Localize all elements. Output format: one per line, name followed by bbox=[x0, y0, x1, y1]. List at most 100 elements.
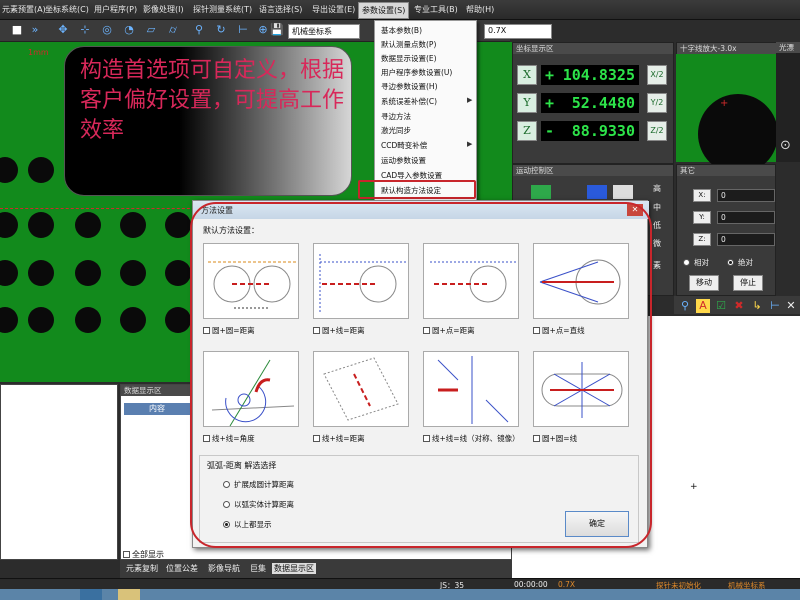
method-checkbox[interactable] bbox=[203, 435, 210, 442]
z-up-icon[interactable] bbox=[587, 185, 607, 199]
hole bbox=[0, 307, 18, 333]
x-target-input[interactable]: 0 bbox=[717, 189, 775, 202]
z-axis-button[interactable]: Z bbox=[517, 121, 537, 141]
z-target-input[interactable]: 0 bbox=[717, 233, 775, 246]
method-checkbox[interactable] bbox=[533, 327, 540, 334]
absolute-radio[interactable]: 绝对 bbox=[727, 257, 753, 268]
tab-element-copy[interactable]: 元素复制 bbox=[126, 563, 158, 574]
method-checkbox[interactable] bbox=[423, 435, 430, 442]
tab-macro[interactable]: 巨集 bbox=[250, 563, 266, 574]
speed-low[interactable]: 低 bbox=[653, 220, 661, 231]
method-checkbox[interactable] bbox=[313, 327, 320, 334]
arrow-up-icon[interactable] bbox=[531, 185, 551, 199]
probe-point-icon[interactable]: ✥ bbox=[56, 23, 70, 37]
close-icon[interactable]: ✕ bbox=[627, 204, 643, 216]
origin-icon[interactable]: ⊕ bbox=[256, 23, 270, 37]
z-half-button[interactable]: Z/2 bbox=[647, 121, 667, 141]
zoom-icon[interactable]: ⚲ bbox=[678, 299, 692, 313]
x-axis-button[interactable]: X bbox=[517, 65, 537, 85]
method-card-circle-circle-line[interactable] bbox=[533, 351, 629, 427]
ok-button[interactable]: 确定 bbox=[565, 511, 629, 537]
motion-extra[interactable]: 素 bbox=[653, 260, 661, 271]
axis-tool-icon[interactable]: ↳ bbox=[750, 299, 764, 313]
menu-export-settings[interactable]: 导出设置(E) bbox=[312, 4, 355, 15]
probe-line-icon[interactable]: ⊹ bbox=[78, 23, 92, 37]
speed-medium[interactable]: 中 bbox=[653, 202, 661, 213]
x-value-display: +104.8325 bbox=[541, 65, 639, 85]
menu-help[interactable]: 帮助(H) bbox=[466, 4, 494, 15]
status-time: 00:00:00 bbox=[514, 580, 548, 589]
method-card-circle-circle-distance[interactable] bbox=[203, 243, 299, 319]
taskbar-folder-icon[interactable] bbox=[118, 589, 140, 600]
absolute-label: 绝对 bbox=[738, 258, 753, 267]
method-checkbox[interactable] bbox=[313, 435, 320, 442]
tab-data-display[interactable]: 数据显示区 bbox=[272, 563, 316, 574]
menu-user-program[interactable]: 用户程序(P) bbox=[94, 4, 137, 15]
jog-icon[interactable] bbox=[613, 185, 633, 199]
menu-item-default-points[interactable]: 默认测量点数(P) bbox=[381, 39, 436, 50]
probe-icon[interactable]: ⊙ bbox=[780, 138, 791, 153]
method-card-circle-line-distance[interactable] bbox=[313, 243, 409, 319]
probe-circle-icon[interactable]: ◎ bbox=[100, 23, 114, 37]
close-icon[interactable]: ✕ bbox=[784, 299, 798, 313]
speed-high[interactable]: 高 bbox=[653, 183, 661, 194]
coordinate-system-select[interactable]: 机械坐标系 bbox=[288, 24, 360, 39]
method-card-line-line-distance[interactable] bbox=[313, 351, 409, 427]
option-arc-entity[interactable]: 以弧实体计算距离 bbox=[223, 499, 294, 510]
zoom-select[interactable]: 0.7X bbox=[484, 24, 552, 39]
speed-fine[interactable]: 微 bbox=[653, 238, 661, 249]
y-half-button[interactable]: Y/2 bbox=[647, 93, 667, 113]
text-icon[interactable]: A bbox=[696, 299, 710, 313]
relative-radio[interactable]: 相对 bbox=[683, 257, 709, 268]
rotate-icon[interactable]: ↻ bbox=[214, 23, 228, 37]
menu-item-data-display[interactable]: 数据显示设置(E) bbox=[381, 53, 437, 64]
show-all-checkbox[interactable]: 全部显示 bbox=[123, 549, 164, 560]
align-icon[interactable]: ⚲ bbox=[192, 23, 206, 37]
option-extend-circle[interactable]: 扩展成圆计算距离 bbox=[223, 479, 294, 490]
menu-parameter-settings[interactable]: 参数设置(S) bbox=[358, 2, 410, 19]
taskbar bbox=[0, 589, 800, 600]
axis-icon[interactable]: ⊢ bbox=[236, 23, 250, 37]
stop-icon[interactable]: ■ bbox=[10, 23, 24, 37]
menu-item-edge-method[interactable]: 寻边方法 bbox=[381, 111, 411, 122]
method-card-line-line-angle[interactable] bbox=[203, 351, 299, 427]
column-header-content[interactable]: 内容 bbox=[124, 403, 190, 415]
menu-item-user-program-params[interactable]: 用户程序参数设置(U) bbox=[381, 67, 452, 78]
forward-icon[interactable]: » bbox=[28, 23, 42, 37]
x-half-button[interactable]: X/2 bbox=[647, 65, 667, 85]
method-checkbox[interactable] bbox=[533, 435, 540, 442]
menu-probe-system[interactable]: 探针测量系统(T) bbox=[193, 4, 252, 15]
menu-language[interactable]: 语言选择(S) bbox=[259, 4, 302, 15]
y-axis-button[interactable]: Y bbox=[517, 93, 537, 113]
menu-coordinate-system[interactable]: 坐标系统(C) bbox=[45, 4, 89, 15]
taskbar-app-icon[interactable] bbox=[80, 589, 102, 600]
menu-item-motion-params[interactable]: 运动参数设置 bbox=[381, 155, 426, 166]
menu-item-laser-sync[interactable]: 激光同步 bbox=[381, 125, 411, 136]
delete-icon[interactable]: ✖ bbox=[732, 299, 746, 313]
menu-item-edge-params[interactable]: 寻边参数设置(H) bbox=[381, 81, 438, 92]
probe-plane-icon[interactable]: ▱ bbox=[144, 23, 158, 37]
method-checkbox[interactable] bbox=[203, 327, 210, 334]
menu-element-preset[interactable]: 元素预置(A) bbox=[2, 4, 46, 15]
save-icon[interactable]: 💾 bbox=[270, 23, 284, 37]
method-card-line-line-symmetric[interactable] bbox=[423, 351, 519, 427]
tab-position-tolerance[interactable]: 位置公差 bbox=[166, 563, 198, 574]
probe-cylinder-icon[interactable]: ⌭ bbox=[166, 23, 180, 37]
method-checkbox[interactable] bbox=[423, 327, 430, 334]
menu-image-processing[interactable]: 影像处理(I) bbox=[143, 4, 184, 15]
menu-item-basic-params[interactable]: 基本参数(B) bbox=[381, 25, 422, 36]
stop-button[interactable]: 停止 bbox=[733, 275, 763, 291]
select-icon[interactable]: ☑ bbox=[714, 299, 728, 313]
menu-professional-tools[interactable]: 专业工具(B) bbox=[414, 4, 458, 15]
y-target-input[interactable]: 0 bbox=[717, 211, 775, 224]
option-show-all[interactable]: 以上都显示 bbox=[223, 519, 272, 530]
move-button[interactable]: 移动 bbox=[689, 275, 719, 291]
tab-image-navigation[interactable]: 影像导航 bbox=[208, 563, 240, 574]
method-card-circle-point-distance[interactable] bbox=[423, 243, 519, 319]
menu-item-system-error[interactable]: 系统误差补偿(C) bbox=[381, 96, 437, 107]
menu-item-ccd-distortion[interactable]: CCD畸变补偿 bbox=[381, 140, 427, 151]
measure-icon[interactable]: ⊢ bbox=[768, 299, 782, 313]
probe-arc-icon[interactable]: ◔ bbox=[122, 23, 136, 37]
status-bar: JS：35 00:00:00 0.7X 探针未初始化 机械坐标系 bbox=[0, 578, 800, 590]
method-card-circle-point-line[interactable] bbox=[533, 243, 629, 319]
